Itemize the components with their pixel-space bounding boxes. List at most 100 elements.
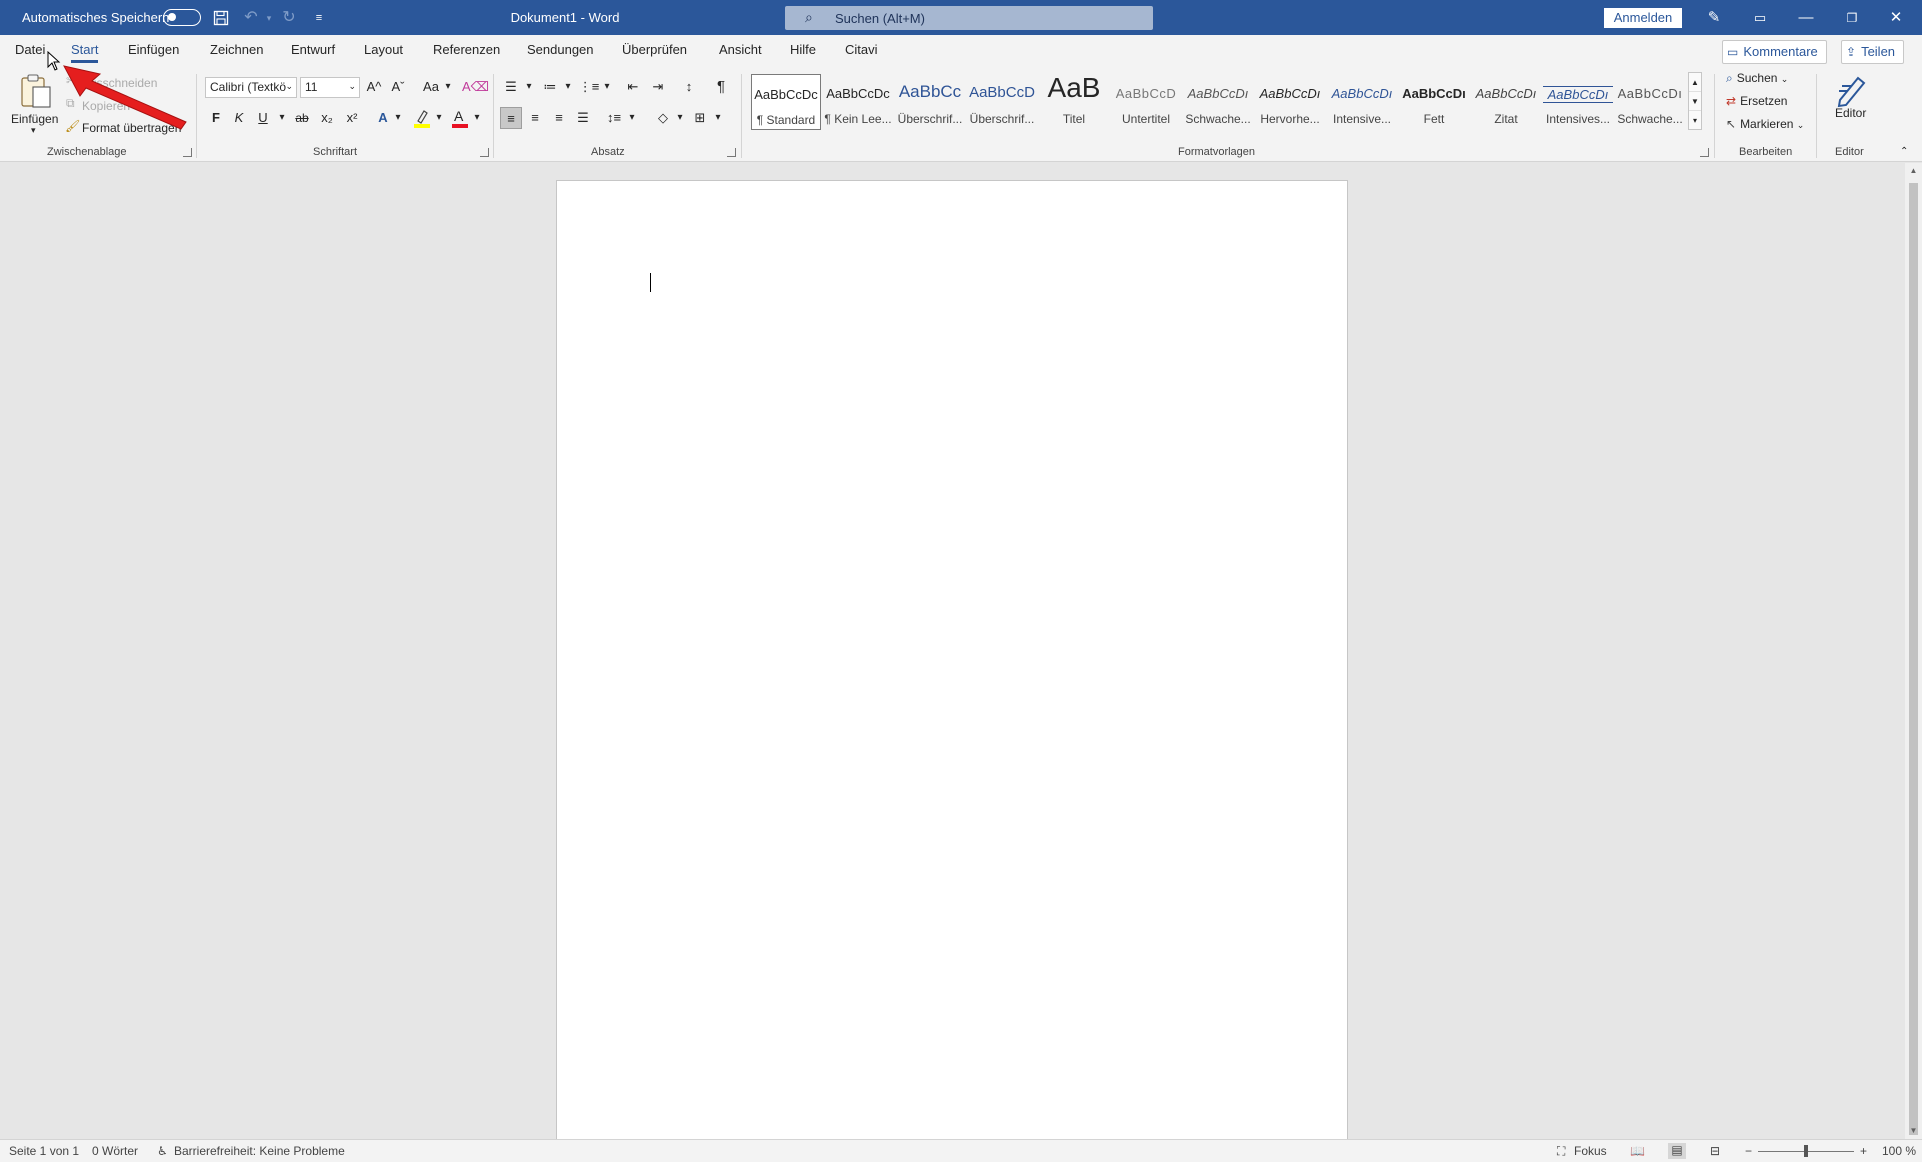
tab-sendungen[interactable]: Sendungen — [527, 42, 594, 57]
zoom-out-icon[interactable]: − — [1745, 1144, 1752, 1158]
word-count[interactable]: 0 Wörter — [92, 1144, 138, 1158]
tab-entwurf[interactable]: Entwurf — [291, 42, 335, 57]
redo-icon[interactable]: ↻ — [278, 7, 300, 29]
align-left-icon[interactable]: ≡ — [500, 107, 522, 129]
align-center-icon[interactable]: ≡ — [524, 107, 546, 129]
signin-button[interactable]: Anmelden — [1604, 8, 1682, 28]
share-button[interactable]: ⇪ Teilen — [1841, 40, 1905, 64]
editor-icon[interactable] — [1834, 72, 1870, 108]
autosave-toggle[interactable] — [163, 9, 201, 26]
style-item[interactable]: AaBbCcDı Hervorhe... — [1255, 74, 1325, 130]
read-mode-icon[interactable]: 📖 — [1630, 1144, 1645, 1158]
paste-icon[interactable] — [18, 72, 54, 110]
scroll-thumb[interactable] — [1909, 183, 1918, 1135]
collapse-ribbon-icon[interactable]: ⌃ — [1900, 146, 1908, 157]
grow-font-icon[interactable]: A^ — [363, 76, 385, 98]
font-color-icon[interactable]: A — [449, 107, 471, 129]
bold-button[interactable]: F — [205, 107, 227, 129]
comments-button[interactable]: ▭ Kommentare — [1722, 40, 1827, 64]
undo-dropdown-icon[interactable]: ▾ — [258, 7, 280, 29]
line-spacing-icon[interactable]: ↕≡ — [603, 107, 625, 129]
underline-button[interactable]: U — [252, 107, 274, 129]
superscript-button[interactable]: x² — [341, 107, 363, 129]
show-formatting-icon[interactable]: ¶ — [710, 76, 732, 98]
borders-icon[interactable]: ⊞ — [689, 107, 711, 129]
text-effects-icon[interactable]: A — [372, 107, 394, 129]
style-item[interactable]: AaB Titel — [1039, 72, 1109, 130]
style-item[interactable]: AaBbCcDı Intensives... — [1543, 74, 1613, 130]
font-launcher[interactable] — [480, 148, 489, 157]
save-icon[interactable] — [210, 7, 232, 29]
tab-einfuegen[interactable]: Einfügen — [128, 42, 179, 57]
ribbon-display-icon[interactable]: ▭ — [1740, 5, 1780, 31]
chevron-up-icon[interactable]: ▲ — [1689, 73, 1701, 92]
restore-icon[interactable]: ❐ — [1832, 5, 1872, 31]
more-icon[interactable]: ▾ — [1689, 111, 1701, 130]
vertical-scrollbar[interactable]: ▲ ▼ — [1905, 163, 1922, 1139]
editor-button[interactable]: Editor — [1835, 106, 1866, 120]
style-item[interactable]: AaBbCc Überschrif... — [895, 74, 965, 130]
chevron-down-icon[interactable]: ▼ — [1689, 92, 1701, 111]
paste-dropdown-icon[interactable]: ▾ — [31, 125, 36, 136]
print-layout-icon[interactable]: ▤ — [1668, 1143, 1686, 1159]
zoom-slider-handle[interactable] — [1804, 1145, 1808, 1157]
style-item[interactable]: AaBbCcDı Intensive... — [1327, 74, 1397, 130]
justify-icon[interactable]: ☰ — [572, 107, 594, 129]
shading-icon[interactable]: ◇ — [652, 107, 674, 129]
style-item[interactable]: AaBbCcD Untertitel — [1111, 74, 1181, 130]
web-layout-icon[interactable]: ⊟ — [1710, 1144, 1720, 1158]
styles-launcher[interactable] — [1700, 148, 1709, 157]
search-box[interactable]: ⌕ Suchen (Alt+M) — [785, 6, 1153, 30]
italic-button[interactable]: K — [228, 107, 250, 129]
strikethrough-button[interactable]: ab — [291, 107, 313, 129]
scroll-up-icon[interactable]: ▲ — [1905, 163, 1922, 179]
increase-indent-icon[interactable]: ⇥ — [647, 76, 669, 98]
replace-button[interactable]: ⇄ Ersetzen — [1726, 94, 1787, 108]
clipboard-launcher[interactable] — [183, 148, 192, 157]
chevron-down-icon[interactable]: ▾ — [563, 76, 573, 98]
pen-icon[interactable]: ✎ — [1694, 5, 1734, 31]
tab-start[interactable]: Start — [71, 42, 99, 63]
tab-hilfe[interactable]: Hilfe — [790, 42, 816, 57]
style-item[interactable]: AaBbCcDı Fett — [1399, 74, 1469, 130]
style-item[interactable]: AaBbCcDc ¶ Standard — [751, 74, 821, 130]
scroll-down-icon[interactable]: ▼ — [1905, 1123, 1922, 1139]
page-count[interactable]: Seite 1 von 1 — [9, 1144, 79, 1158]
tab-ueberpruefen[interactable]: Überprüfen — [622, 42, 687, 57]
numbering-icon[interactable]: ≔ — [539, 76, 561, 98]
multilevel-list-icon[interactable]: ⋮≡ — [578, 76, 600, 98]
find-button[interactable]: ⌕ Suchen ⌄ — [1726, 71, 1788, 86]
change-case-icon[interactable]: Aa — [420, 76, 442, 98]
clear-formatting-icon[interactable]: A⌫ — [462, 76, 489, 98]
style-item[interactable]: AaBbCcD Überschrif... — [967, 74, 1037, 130]
focus-button[interactable]: Fokus — [1574, 1144, 1607, 1158]
close-icon[interactable]: ✕ — [1876, 5, 1916, 31]
subscript-button[interactable]: x₂ — [316, 107, 338, 129]
chevron-down-icon[interactable]: ▾ — [443, 76, 453, 98]
styles-gallery-scroll[interactable]: ▲ ▼ ▾ — [1688, 72, 1702, 130]
tab-citavi[interactable]: Citavi — [845, 42, 878, 57]
accessibility-status[interactable]: Barrierefreiheit: Keine Probleme — [174, 1144, 345, 1158]
highlight-icon[interactable] — [411, 107, 433, 129]
chevron-down-icon[interactable]: ▾ — [434, 107, 444, 129]
decrease-indent-icon[interactable]: ⇤ — [622, 76, 644, 98]
chevron-down-icon[interactable]: ▾ — [393, 107, 403, 129]
tab-datei[interactable]: Datei — [15, 42, 45, 57]
minimize-icon[interactable]: — — [1786, 5, 1826, 31]
tab-zeichnen[interactable]: Zeichnen — [210, 42, 263, 57]
chevron-down-icon[interactable]: ▾ — [277, 107, 287, 129]
chevron-down-icon[interactable]: ▾ — [602, 76, 612, 98]
tab-referenzen[interactable]: Referenzen — [433, 42, 500, 57]
style-item[interactable]: AaBbCcDc ¶ Kein Lee... — [823, 74, 893, 130]
chevron-down-icon[interactable]: ▾ — [472, 107, 482, 129]
style-item[interactable]: AaBbCcDı Schwache... — [1183, 74, 1253, 130]
chevron-down-icon[interactable]: ▾ — [675, 107, 685, 129]
select-button[interactable]: ↖ Markieren ⌄ — [1726, 117, 1804, 131]
zoom-in-icon[interactable]: + — [1860, 1144, 1867, 1158]
align-right-icon[interactable]: ≡ — [548, 107, 570, 129]
customize-toolbar-icon[interactable]: ≡ — [308, 7, 330, 29]
document-page[interactable] — [556, 180, 1348, 1155]
paragraph-launcher[interactable] — [727, 148, 736, 157]
paste-label[interactable]: Einfügen — [11, 112, 58, 126]
bullets-icon[interactable]: ☰ — [500, 76, 522, 98]
